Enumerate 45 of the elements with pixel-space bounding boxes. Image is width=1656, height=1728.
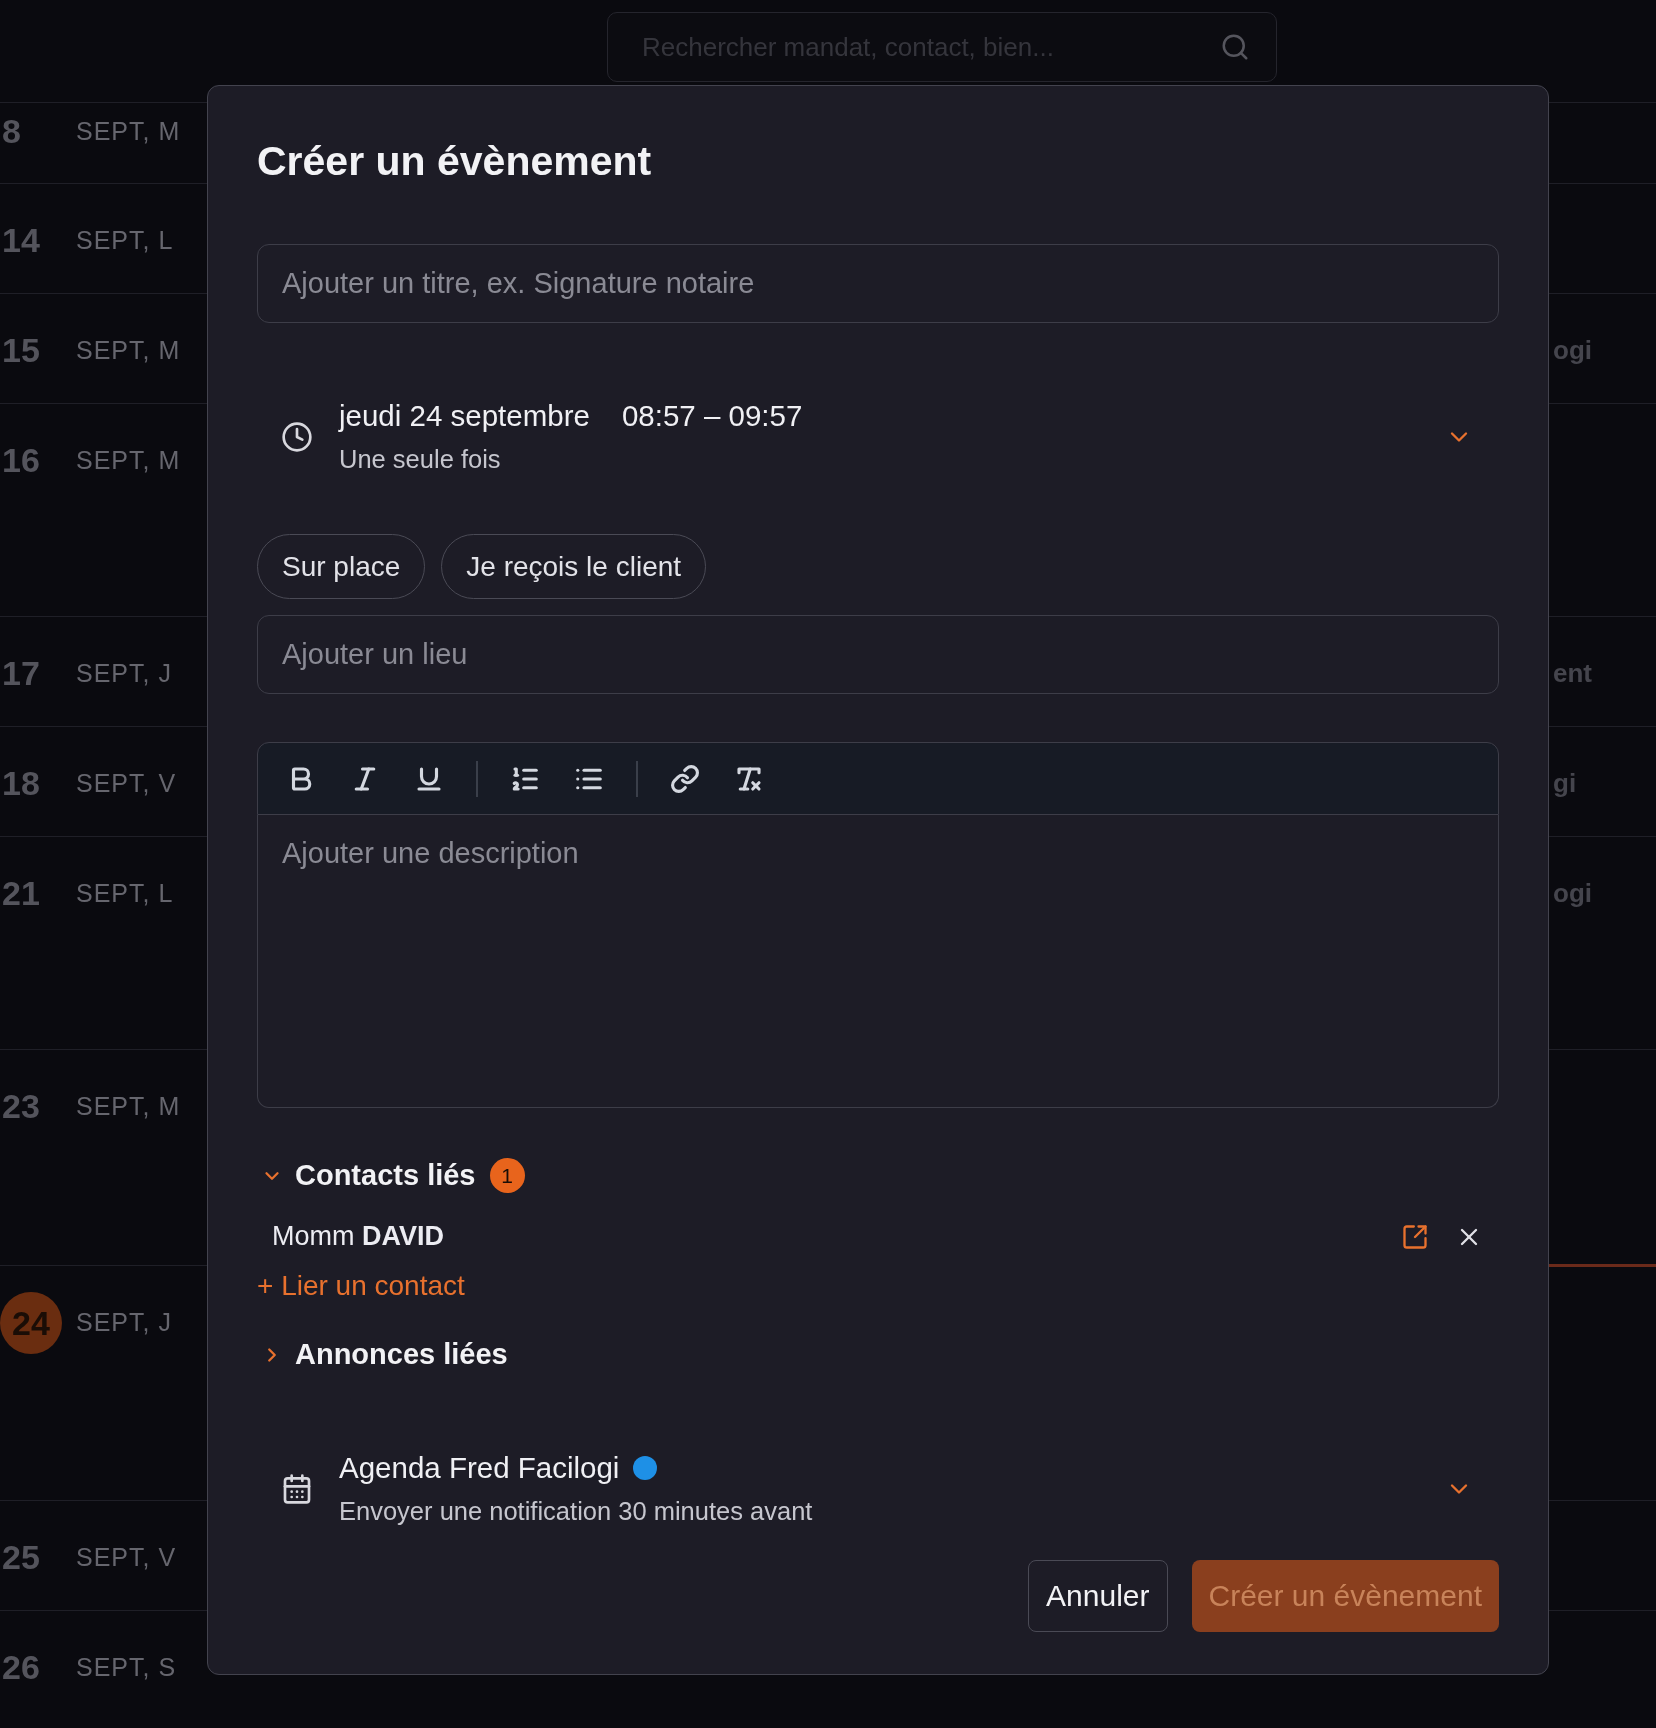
day-number: 8 — [1, 111, 22, 151]
calendar-icon — [281, 1472, 313, 1505]
day-label: SEPT, M — [76, 335, 181, 366]
day-number: 25 — [1, 1537, 41, 1577]
event-title: gi — [1552, 767, 1577, 800]
event-title: ogi — [1552, 877, 1592, 910]
section-toggle[interactable]: Annonces liées — [257, 1338, 508, 1371]
event-date[interactable]: jeudi 24 septembre — [339, 399, 590, 433]
day-label: SEPT, M — [76, 1091, 181, 1122]
contact-name: Momm DAVID — [272, 1221, 446, 1252]
notification-label: Envoyer une notification 30 minutes avant — [339, 1497, 814, 1526]
day-label: SEPT, J — [76, 658, 172, 689]
day-label: SEPT, S — [76, 1652, 177, 1683]
day-label: SEPT, M — [76, 445, 181, 476]
day-label: SEPT, L — [76, 878, 174, 909]
day-number: 26 — [1, 1647, 41, 1687]
event-title: ogi — [1552, 334, 1592, 367]
day-label: SEPT, V — [76, 768, 177, 799]
section-toggle[interactable]: Contacts liés 1 — [257, 1158, 525, 1193]
day-label: SEPT, V — [76, 1542, 177, 1573]
day-label: SEPT, J — [76, 1307, 172, 1338]
day-number: 17 — [1, 653, 41, 693]
day-label: SEPT, L — [76, 225, 174, 256]
day-number: 18 — [1, 763, 41, 803]
dialog-title: Créer un évènement — [257, 138, 653, 184]
recurrence-label: Une seule fois — [339, 445, 502, 474]
day-label: SEPT, M — [76, 116, 181, 147]
description-field[interactable]: Ajouter une description — [257, 815, 1499, 1108]
title-field[interactable]: Ajouter un titre, ex. Signature notaire — [257, 244, 1499, 323]
count-badge: 1 — [489, 1158, 525, 1193]
place-field[interactable]: Ajouter un lieu — [257, 615, 1499, 694]
event-title: ent — [1552, 657, 1592, 690]
open-external-icon[interactable] — [1401, 1222, 1429, 1251]
calendar-name[interactable]: Agenda Fred Facilogi — [339, 1451, 620, 1485]
search-icon[interactable] — [1220, 32, 1250, 62]
day-number: 16 — [1, 440, 41, 480]
add-contact-link[interactable]: + Lier un contact — [257, 1270, 465, 1302]
day-number: 14 — [1, 220, 41, 260]
event-time[interactable]: 08:57 – 09:57 — [621, 399, 803, 433]
day-number: 21 — [1, 873, 41, 913]
day-number: 23 — [1, 1086, 41, 1126]
cancel-button[interactable]: Annuler — [1028, 1560, 1168, 1632]
day-number: 15 — [1, 330, 41, 370]
day-number: 24 — [0, 1292, 62, 1354]
clock-icon — [281, 420, 313, 453]
